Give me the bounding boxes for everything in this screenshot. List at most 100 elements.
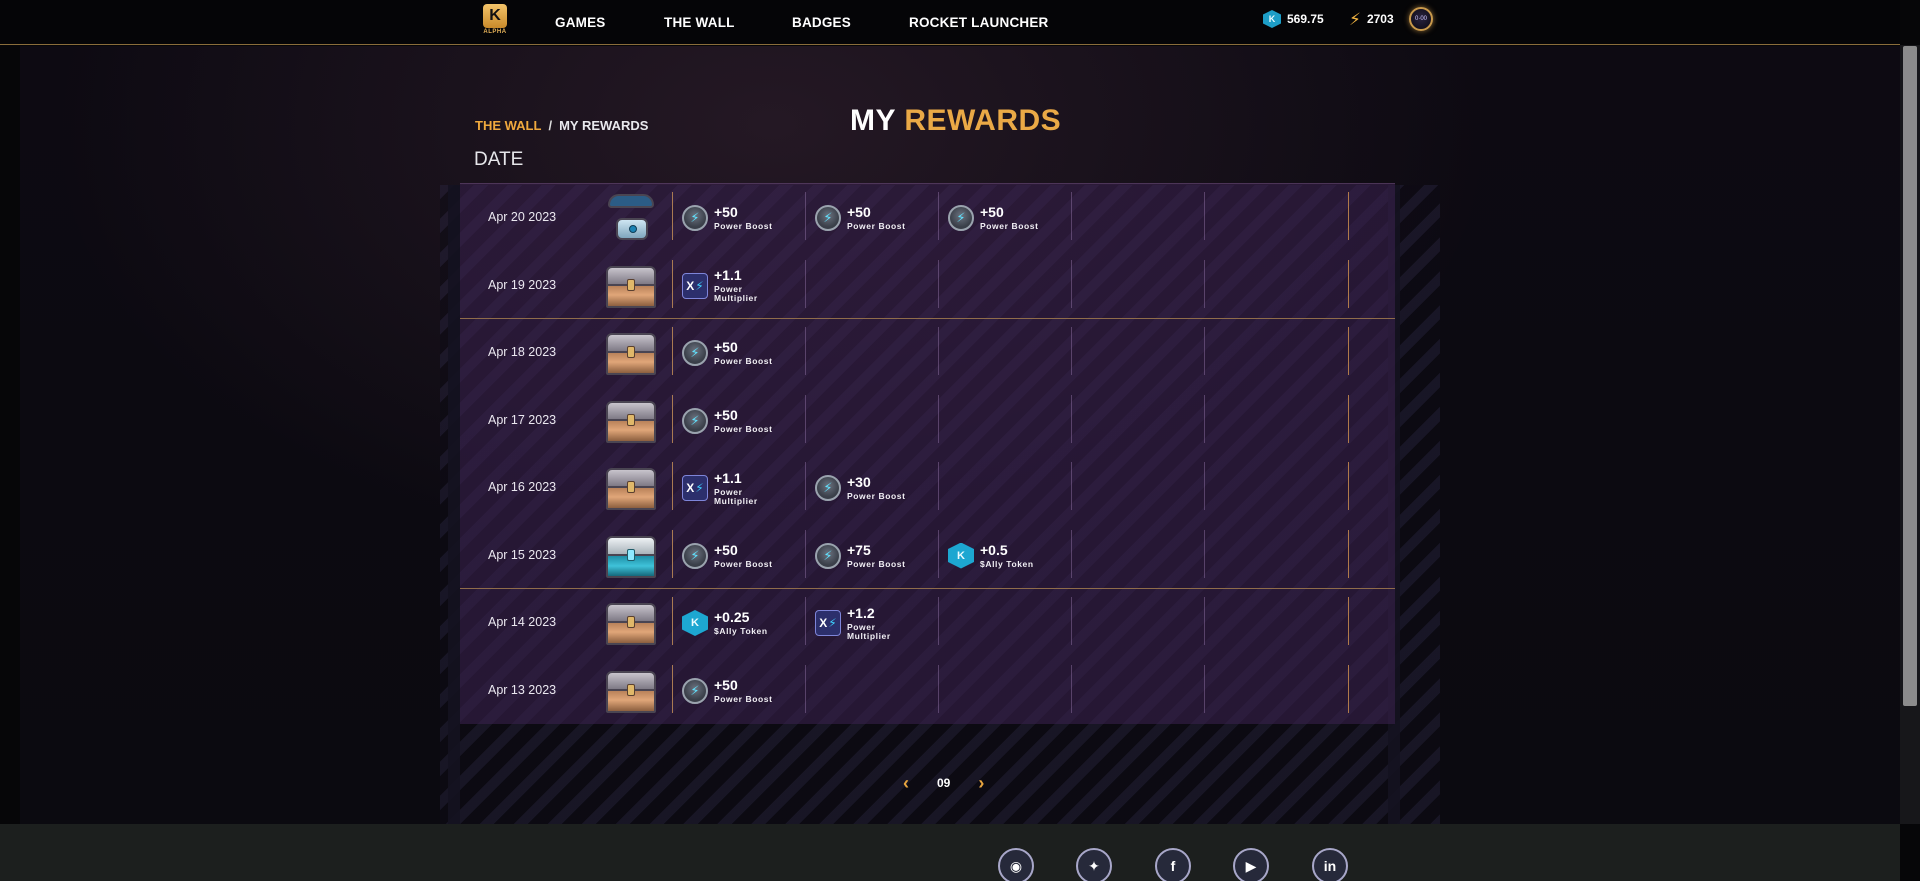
next-page-button[interactable]: › [978, 773, 984, 794]
reward-item: ⚡ +50 Power Boost [682, 397, 773, 445]
ally-balance[interactable]: K 569.75 [1263, 9, 1324, 29]
reward-date: Apr 17 2023 [488, 412, 557, 427]
reward-amount: +30 [847, 474, 871, 491]
reward-item: K +0.25 $Ally Token [682, 599, 768, 647]
column-divider [805, 462, 806, 510]
column-divider [1348, 529, 1349, 578]
facebook-icon[interactable]: f [1155, 848, 1191, 881]
youtube-icon[interactable]: ▶ [1233, 848, 1269, 881]
discord-icon[interactable]: ◉ [998, 848, 1034, 881]
logo-tag: ALPHA [483, 29, 507, 35]
logo[interactable]: K ALPHA [480, 4, 510, 40]
reward-text: +30 Power Boost [847, 475, 906, 501]
nav-games[interactable]: GAMES [555, 15, 606, 30]
rewards-table: Apr 20 2023 ⚡ +50 Power Boost ⚡ +50 Power Boos… [460, 183, 1395, 724]
current-page: 09 [937, 776, 951, 790]
column-divider [1348, 394, 1349, 443]
reward-date: Apr 15 2023 [488, 547, 557, 562]
reward-date: Apr 19 2023 [488, 277, 557, 292]
column-divider [805, 394, 806, 443]
reward-text: +50 Power Boost [847, 205, 906, 231]
column-divider [805, 192, 806, 240]
reward-item: X ⚡ +1.2 Power Multiplier [815, 599, 907, 647]
reward-row: Apr 17 2023 ⚡ +50 Power Boost [460, 387, 1395, 455]
page-title: MY REWARDS [850, 104, 1061, 138]
reward-item: K +0.5 $Ally Token [948, 532, 1034, 580]
reward-label: Power Boost [714, 558, 773, 569]
column-divider [672, 462, 673, 510]
reward-amount: +1.1 [714, 267, 742, 284]
chest-icon [606, 194, 656, 242]
column-divider [805, 664, 806, 713]
breadcrumb-the-wall[interactable]: THE WALL [475, 118, 541, 133]
column-divider [938, 192, 939, 240]
reward-label: Power Boost [847, 558, 906, 569]
title-accent: REWARDS [904, 104, 1062, 137]
column-divider [1348, 597, 1349, 645]
reward-item: X ⚡ +1.1 Power Multiplier [682, 464, 774, 512]
column-divider [672, 597, 673, 645]
nav-the-wall[interactable]: THE WALL [664, 15, 735, 30]
power-multiplier-icon: X ⚡ [815, 610, 841, 636]
prev-page-button[interactable]: ‹ [903, 773, 909, 794]
footer: ◉ ✦ f ▶ in [0, 824, 1900, 881]
power-boost-icon: ⚡ [815, 205, 841, 231]
breadcrumb: THE WALL / MY REWARDS [475, 118, 648, 133]
ally-token-icon: K [682, 610, 708, 636]
column-divider [1204, 462, 1205, 510]
scrollbar-thumb[interactable] [1903, 46, 1917, 706]
reward-amount: +75 [847, 541, 871, 558]
twitter-icon[interactable]: ✦ [1076, 848, 1112, 881]
chest-icon [606, 532, 656, 580]
reward-label: Power Boost [847, 491, 906, 502]
column-divider [938, 394, 939, 443]
title-prefix: MY [850, 104, 896, 137]
breadcrumb-separator: / [548, 118, 553, 133]
column-divider [938, 529, 939, 578]
power-multiplier-icon: X ⚡ [682, 475, 708, 501]
chest-icon [606, 599, 656, 647]
column-divider [1348, 462, 1349, 510]
reward-item: ⚡ +30 Power Boost [815, 464, 906, 512]
reward-row: Apr 13 2023 ⚡ +50 Power Boost [460, 657, 1395, 725]
column-divider [1348, 259, 1349, 308]
ally-token-icon: K [948, 542, 974, 569]
reward-row: Apr 18 2023 ⚡ +50 Power Boost [460, 319, 1395, 387]
reward-text: +75 Power Boost [847, 543, 906, 569]
column-divider [938, 664, 939, 713]
reward-amount: +0.25 [714, 609, 750, 626]
reward-text: +50 Power Boost [714, 408, 773, 434]
reward-label: Power Boost [980, 221, 1039, 232]
reward-text: +0.5 $Ally Token [980, 543, 1034, 569]
reward-item: ⚡ +50 Power Boost [682, 667, 773, 715]
avatar[interactable]: 0·00 [1409, 7, 1433, 31]
top-nav: K ALPHA GAMES THE WALL BADGES ROCKET LAU… [0, 0, 1900, 45]
nav-badges[interactable]: BADGES [792, 15, 851, 30]
power-boost-icon: ⚡ [682, 677, 708, 704]
nav-rocket-launcher[interactable]: ROCKET LAUNCHER [909, 15, 1049, 30]
reward-label: Power Boost [714, 423, 773, 434]
reward-amount: +50 [714, 406, 738, 423]
reward-label: Power Boost [847, 221, 906, 232]
power-boost-icon: ⚡ [682, 407, 708, 434]
reward-text: +1.2 Power Multiplier [847, 606, 907, 641]
reward-item: ⚡ +75 Power Boost [815, 532, 906, 580]
power-boost-icon: ⚡ [948, 205, 974, 231]
column-divider [1204, 192, 1205, 240]
linkedin-icon[interactable]: in [1312, 848, 1348, 881]
reward-label: Power Boost [714, 693, 773, 704]
power-balance[interactable]: ⚡ 2703 [1349, 9, 1394, 29]
column-divider [805, 327, 806, 375]
column-divider [1204, 664, 1205, 713]
reward-item: ⚡ +50 Power Boost [682, 194, 773, 242]
column-divider [1348, 327, 1349, 375]
reward-item: ⚡ +50 Power Boost [948, 194, 1039, 242]
power-boost-icon: ⚡ [682, 340, 708, 366]
column-divider [1071, 462, 1072, 510]
column-divider [938, 327, 939, 375]
power-balance-value: 2703 [1366, 12, 1394, 26]
reward-date: Apr 14 2023 [488, 615, 557, 629]
column-divider [672, 192, 673, 240]
reward-amount: +50 [714, 339, 738, 356]
reward-amount: +0.5 [980, 541, 1008, 558]
